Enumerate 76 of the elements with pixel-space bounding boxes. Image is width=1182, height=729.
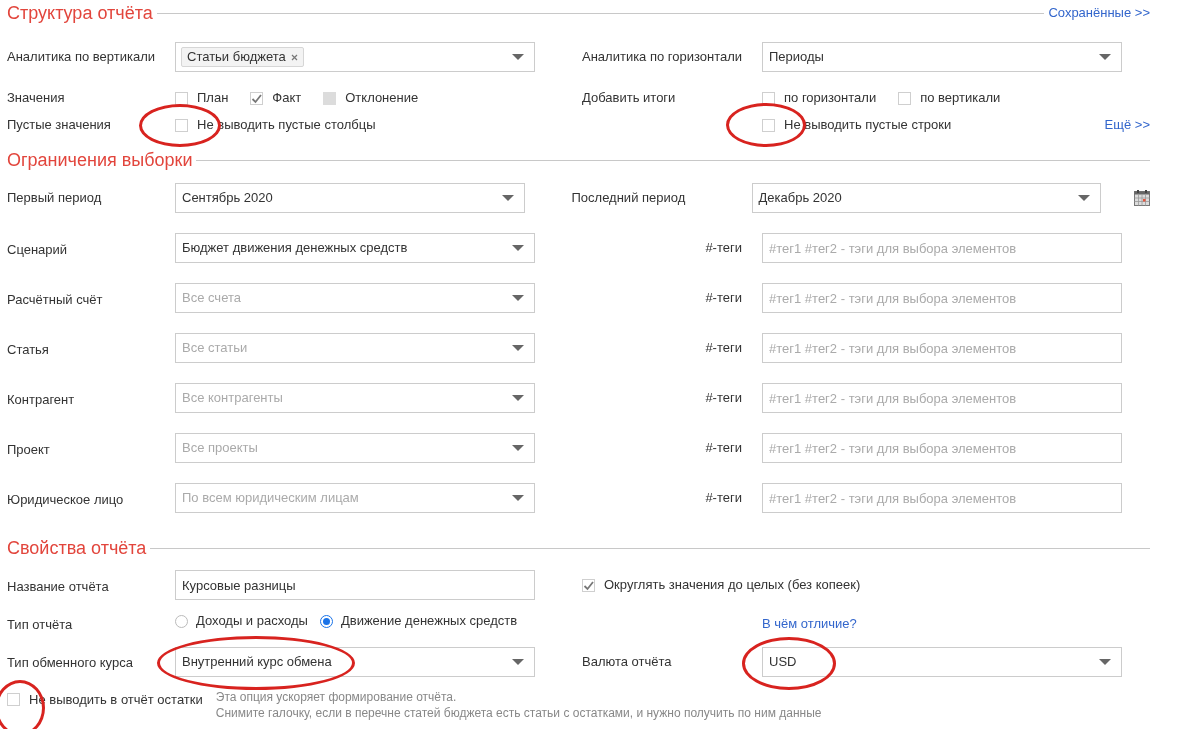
checkbox[interactable] [250,91,264,105]
report-name-input[interactable]: Курсовые разницы [175,570,535,600]
dropdown[interactable]: Сентябрь 2020 [175,183,525,213]
field-label: Значения [7,89,65,108]
field-label: #-теги [705,389,742,408]
multi-select[interactable]: Статьи бюджета [175,42,535,72]
caret-icon [512,344,524,352]
tags-input[interactable]: #тег1 #тег2 - тэги для выбора элементов [762,433,1122,463]
checkbox-label[interactable]: по вертикали [920,88,1001,108]
section-title: Ограничения выборки [7,148,193,172]
field-label: #-теги [705,339,742,358]
caret-icon [512,494,524,502]
tags-input[interactable]: #тег1 #тег2 - тэги для выбора элементов [762,383,1122,413]
dropdown[interactable]: Внутренний курс обмена [175,647,535,677]
section-title: Свойства отчёта [7,536,147,560]
tags-input[interactable]: #тег1 #тег2 - тэги для выбора элементов [762,483,1122,513]
hint-text: Снимите галочку, если в перечне статей бюджета есть статьи с остатками, и нужно получить по ним данные [215,705,822,721]
checkbox-label[interactable]: Округлять значения до целых (без копеек) [604,575,861,595]
field-label: Название отчёта [7,578,109,597]
caret-icon [1078,194,1090,202]
checkbox[interactable] [762,91,775,105]
checkbox-label[interactable]: по горизонтали [784,88,877,108]
field-label: #-теги [705,239,742,258]
checkbox[interactable] [898,91,912,105]
checkbox[interactable] [582,578,595,592]
saved-reports-link[interactable]: Сохранённые >> [1048,3,1150,23]
field-label: Юридическое лицо [7,491,124,510]
field-label: Статья [7,341,49,360]
remove-icon [290,53,298,61]
field-label: Аналитика по горизонтали [582,48,743,67]
caret-icon [512,658,524,666]
field-label: #-теги [705,289,742,308]
caret-icon [512,53,524,61]
checkbox[interactable] [7,693,20,707]
checkbox[interactable] [175,91,188,105]
field-label: Тип обменного курса [7,654,133,673]
checkbox-label[interactable]: Не выводить пустые строки [784,115,952,135]
field-label: #-теги [705,439,742,458]
dropdown[interactable]: Декабрь 2020 [751,183,1101,213]
checkbox-label[interactable]: Факт [272,88,302,108]
field-label: Первый период [7,189,102,208]
field-label: Последний период [571,189,686,208]
caret-icon [512,444,524,452]
calendar-icon [1134,190,1150,206]
radio-label[interactable]: Доходы и расходы [196,611,308,631]
hint-text: Эта опция ускоряет формирование отчёта. [215,689,458,705]
field-label: Контрагент [7,391,75,410]
caret-icon [501,194,514,202]
caret-icon [1099,658,1111,666]
caret-icon [512,244,524,252]
field-label: Валюта отчёта [582,653,672,672]
caret-icon [512,294,524,302]
checkbox[interactable] [175,118,188,132]
tag-chip[interactable]: Статьи бюджета [181,47,304,67]
field-label: Аналитика по вертикали [7,48,156,67]
field-label: Пустые значения [7,116,111,135]
dropdown[interactable]: USD [762,647,1122,677]
field-label: Расчётный счёт [7,291,103,310]
dropdown[interactable]: Бюджет движения денежных средств [175,233,535,263]
checkbox[interactable] [762,118,775,132]
tags-input[interactable]: #тег1 #тег2 - тэги для выбора элементов [762,283,1122,313]
dropdown[interactable]: Периоды [762,42,1122,72]
difference-link[interactable]: В чём отличие? [762,608,857,634]
field-label: Сценарий [7,241,68,260]
field-label: Добавить итоги [582,89,676,108]
radio-label[interactable]: Движение денежных средств [340,611,518,631]
caret-icon [1099,53,1111,61]
more-link[interactable]: Ещё >> [1104,115,1150,135]
caret-icon [512,394,524,402]
field-label: Тип отчёта [7,616,73,635]
section-title: Структура отчёта [7,1,153,25]
tags-input[interactable]: #тег1 #тег2 - тэги для выбора элементов [762,333,1122,363]
tags-input[interactable]: #тег1 #тег2 - тэги для выбора элементов [762,233,1122,263]
field-label: Проект [7,441,50,460]
field-label: #-теги [705,489,742,508]
checkbox-label[interactable]: План [197,88,229,108]
